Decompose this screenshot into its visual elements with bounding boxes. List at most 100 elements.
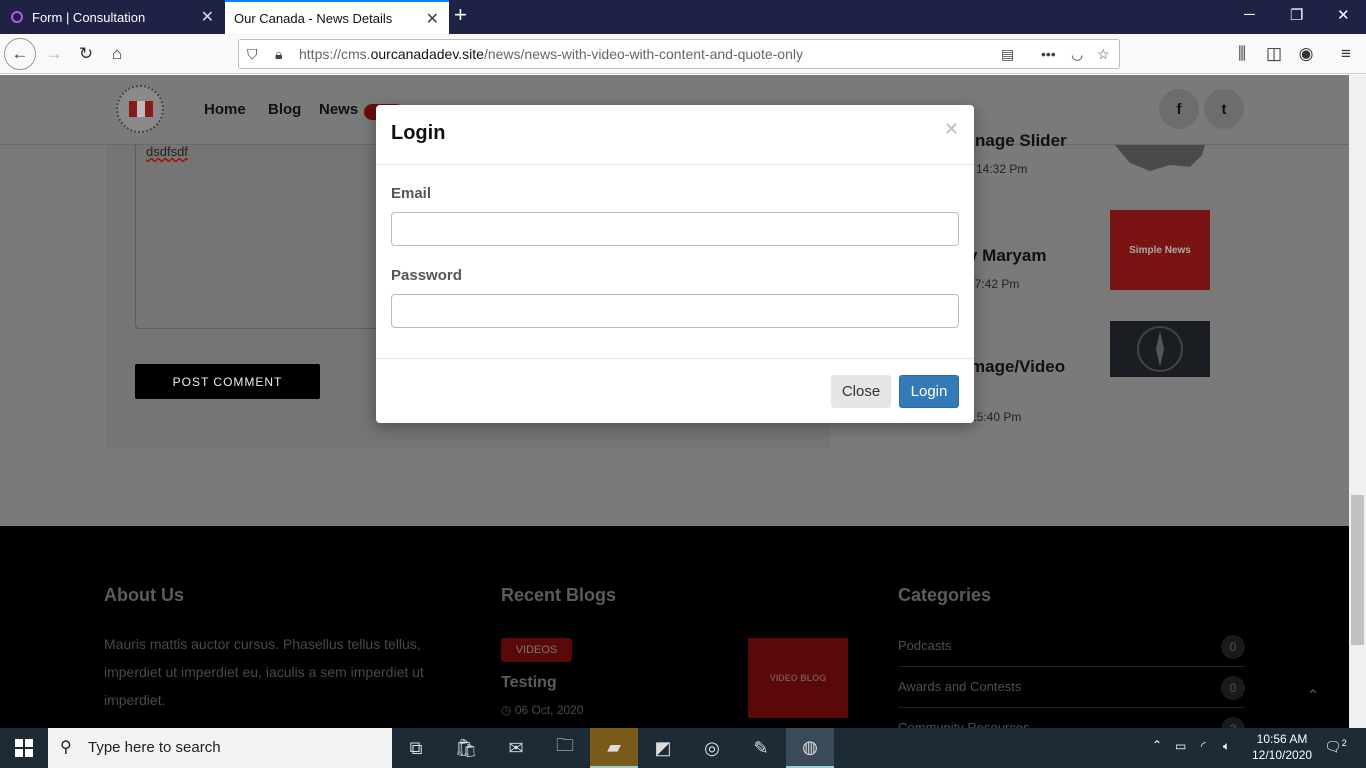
url-text: https://cms.ourcanadadev.site/news/news-…	[299, 46, 803, 62]
window-close-icon[interactable]: ✕	[1337, 6, 1350, 24]
home-icon[interactable]: ⌂	[103, 40, 131, 68]
tab-label: Our Canada - News Details	[234, 10, 393, 26]
mail-icon[interactable]: ✉	[492, 728, 540, 768]
clock-date: 12/10/2020	[1252, 748, 1313, 762]
close-tab-icon[interactable]: ✕	[201, 7, 214, 27]
pocket-icon[interactable]: ◡	[1071, 46, 1083, 63]
sidebar-thumb-simple-news[interactable]: Simple News	[1110, 210, 1210, 290]
lock-icon[interactable]: 🔒︎	[275, 46, 282, 63]
canada-flag-icon	[129, 101, 153, 117]
battery-icon[interactable]: ▭	[1175, 739, 1186, 753]
blog-title[interactable]: Testing	[501, 674, 557, 692]
post-comment-button[interactable]: POST COMMENT	[135, 364, 320, 399]
browser-navbar: ← → ↻ ⌂ ⛉ 🔒︎ https://cms.ourcanadadev.si…	[0, 34, 1366, 74]
close-button[interactable]: Close	[831, 375, 891, 408]
menu-icon[interactable]: ≡	[1332, 40, 1360, 68]
wifi-icon[interactable]: ◜	[1201, 739, 1206, 753]
sticky-notes-icon[interactable]: ▰	[590, 728, 638, 768]
windows-taskbar: ⚲ Type here to search ⧉ 🛍︎ ✉ 🗀 ▰ ◩ ◎ ✎ ◍…	[0, 728, 1366, 768]
login-modal: Login ✕ Email Password Close Login	[376, 105, 974, 423]
account-icon[interactable]: ◉	[1292, 40, 1320, 68]
email-field[interactable]	[391, 212, 959, 246]
reader-view-icon[interactable]: ▤	[1001, 46, 1014, 63]
new-tab-icon[interactable]: +	[454, 4, 467, 26]
sidebar-item-title[interactable]: nage Slider	[975, 131, 1067, 151]
chrome-icon[interactable]: ◎	[688, 728, 736, 768]
footer-about-heading: About Us	[104, 585, 184, 605]
search-icon: ⚲	[60, 739, 72, 756]
restore-icon[interactable]: ❐	[1290, 6, 1303, 24]
category-row[interactable]: Community Resources 3	[898, 708, 1245, 728]
browser-tab-bar: Form | Consultation ✕ Our Canada - News …	[0, 0, 1366, 34]
twitter-icon[interactable]: t	[1204, 89, 1244, 129]
site-footer: About Us Mauris mattis auctor cursus. Ph…	[0, 526, 1349, 728]
paint-icon[interactable]: ✎	[737, 728, 785, 768]
sidebar-item-title[interactable]: mage/Video	[970, 357, 1065, 377]
nav-news[interactable]: News	[319, 101, 358, 118]
scrollbar-thumb[interactable]	[1351, 495, 1364, 645]
modal-close-icon[interactable]: ✕	[944, 119, 959, 140]
clock-time: 10:56 AM	[1256, 732, 1308, 746]
modal-title: Login	[391, 122, 446, 144]
file-explorer-icon[interactable]: 🗀	[541, 728, 589, 768]
blog-category-badge[interactable]: VIDEOS	[501, 638, 572, 662]
more-actions-icon[interactable]: •••	[1041, 46, 1056, 62]
sidebar-thumb-compass[interactable]	[1110, 321, 1210, 377]
task-view-icon[interactable]: ⧉	[392, 728, 440, 768]
tab-label: Form | Consultation	[32, 9, 146, 25]
email-label: Email	[391, 185, 432, 202]
category-label: Podcasts	[898, 638, 952, 653]
address-bar[interactable]: ⛉ 🔒︎ https://cms.ourcanadadev.site/news/…	[238, 39, 1120, 69]
taskbar-clock[interactable]: 10:56 AM 12/10/2020	[1252, 731, 1312, 763]
footer-about-text: Mauris mattis auctor cursus. Phasellus t…	[104, 636, 424, 708]
forward-icon[interactable]: →	[40, 40, 68, 68]
category-label: Community Resources	[898, 720, 1030, 728]
nav-home[interactable]: Home	[204, 101, 246, 118]
back-icon[interactable]: ←	[4, 38, 36, 70]
pdf-app-icon[interactable]: ◩	[639, 728, 687, 768]
volume-icon[interactable]: 🔈︎	[1223, 739, 1230, 754]
login-button[interactable]: Login	[899, 375, 959, 408]
blog-thumbnail[interactable]: VIDEO BLOG	[748, 638, 848, 718]
footer-categories-heading: Categories	[898, 585, 992, 605]
facebook-icon[interactable]: f	[1159, 89, 1199, 129]
notifications-icon[interactable]: 🗨︎2	[1324, 738, 1347, 756]
scroll-to-top-icon[interactable]: ⌃	[1293, 676, 1333, 716]
windows-start-icon[interactable]	[0, 728, 48, 768]
close-tab-icon[interactable]: ✕	[426, 9, 439, 29]
site-logo[interactable]	[116, 85, 164, 133]
category-count: 3	[1221, 717, 1245, 728]
bookmark-star-icon[interactable]: ☆	[1097, 46, 1110, 63]
sidebar-item-time: 17:42 Pm	[968, 277, 1020, 291]
category-row[interactable]: Awards and Contests 0	[898, 667, 1245, 708]
taskbar-search-input[interactable]: ⚲ Type here to search	[48, 728, 392, 768]
footer-blogs-heading: Recent Blogs	[501, 585, 617, 605]
minimize-icon[interactable]: ─	[1244, 6, 1255, 23]
password-field[interactable]	[391, 294, 959, 328]
password-label: Password	[391, 267, 462, 284]
site-favicon-icon	[10, 10, 24, 24]
category-row[interactable]: Podcasts 0	[898, 626, 1245, 667]
reload-icon[interactable]: ↻	[72, 40, 100, 68]
tab-our-canada-news[interactable]: Our Canada - News Details ✕	[225, 0, 449, 34]
sidebar-item-time: 14:32 Pm	[976, 162, 1028, 176]
shield-icon[interactable]: ⛉	[247, 46, 258, 63]
comment-text: dsdfsdf	[146, 144, 188, 159]
search-placeholder: Type here to search	[88, 739, 221, 756]
sidebar-item-time: 15:40 Pm	[970, 410, 1022, 424]
firefox-icon[interactable]: ◍	[786, 728, 834, 768]
modal-footer: Close Login	[376, 358, 974, 423]
category-count: 0	[1221, 676, 1245, 700]
tray-chevron-icon[interactable]: ⌃	[1152, 738, 1162, 752]
library-icon[interactable]: ⫼	[1228, 40, 1256, 68]
clock-icon: ◷	[501, 703, 515, 717]
nav-blog[interactable]: Blog	[268, 101, 301, 118]
tab-form-consultation[interactable]: Form | Consultation ✕	[0, 0, 224, 34]
sidebar-item-title[interactable]: y Maryam	[968, 246, 1046, 266]
sidebar-toggle-icon[interactable]: ◫	[1260, 40, 1288, 68]
category-count: 0	[1221, 635, 1245, 659]
store-icon[interactable]: 🛍︎	[442, 728, 490, 768]
sidebar-thumb-map[interactable]	[1110, 145, 1210, 177]
page-scrollbar[interactable]	[1349, 75, 1366, 728]
category-label: Awards and Contests	[898, 679, 1022, 694]
